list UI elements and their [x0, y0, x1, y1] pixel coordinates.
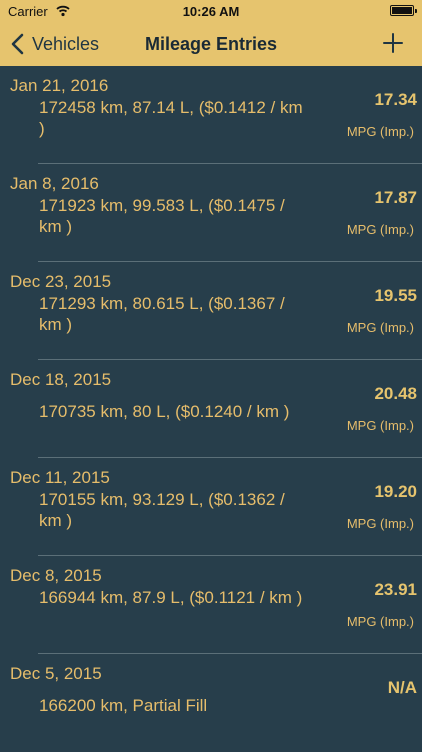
mileage-entries-list: Jan 21, 2016 172458 km, 87.14 L, ($0.141…: [0, 66, 422, 752]
entry-mpg-value: 19.20: [374, 482, 417, 501]
entry-date: Dec 5, 2015: [10, 664, 102, 683]
entry-mpg-unit: MPG (Imp.): [346, 320, 414, 335]
entry-mpg-value: 17.34: [374, 90, 417, 109]
entry-detail: 171293 km, 80.615 L, ($0.1367 / km ): [39, 294, 285, 334]
entry-detail: 166944 km, 87.9 L, ($0.1121 / km ): [39, 588, 303, 607]
list-item[interactable]: Dec 18, 2015 170735 km, 80 L, ($0.1240 /…: [0, 360, 422, 458]
entry-date: Dec 8, 2015: [10, 566, 102, 585]
list-item[interactable]: Dec 23, 2015 171293 km, 80.615 L, ($0.13…: [0, 262, 422, 360]
list-item[interactable]: Dec 11, 2015 170155 km, 93.129 L, ($0.13…: [0, 458, 422, 556]
entry-date: Jan 21, 2016: [10, 76, 109, 95]
entry-date: Dec 18, 2015: [10, 370, 112, 389]
entry-detail: 172458 km, 87.14 L, ($0.1412 / km ): [39, 98, 303, 138]
status-time: 10:26 AM: [182, 4, 240, 19]
entry-mpg-value: 19.55: [374, 286, 417, 305]
entry-mpg-unit: MPG (Imp.): [346, 614, 414, 629]
page-title: Mileage Entries: [144, 34, 278, 54]
entry-date: Jan 8, 2016: [10, 174, 99, 193]
entry-detail: 171923 km, 99.583 L, ($0.1475 / km ): [39, 196, 285, 236]
status-bar: Carrier 10:26 AM: [0, 0, 422, 22]
list-item[interactable]: Dec 5, 2015 166200 km, Partial Fill N/A: [0, 654, 422, 752]
entry-mpg-unit: MPG (Imp.): [346, 516, 414, 531]
entry-mpg-unit: MPG (Imp.): [346, 222, 414, 237]
entry-mpg-value: 23.91: [374, 580, 417, 599]
entry-mpg-value: N/A: [387, 678, 417, 697]
add-entry-button[interactable]: [382, 32, 404, 54]
battery-icon: [390, 5, 417, 16]
entry-detail: 170735 km, 80 L, ($0.1240 / km ): [39, 402, 290, 421]
list-item[interactable]: Jan 8, 2016 171923 km, 99.583 L, ($0.147…: [0, 164, 422, 262]
entry-mpg-value: 17.87: [374, 188, 417, 207]
entry-mpg-unit: MPG (Imp.): [346, 418, 414, 433]
entry-detail: 166200 km, Partial Fill: [39, 696, 208, 715]
navigation-bar: Vehicles Mileage Entries: [0, 22, 422, 66]
entry-mpg-unit: MPG (Imp.): [346, 124, 414, 139]
entry-date: Dec 11, 2015: [10, 468, 110, 487]
entry-mpg-value: 20.48: [374, 384, 417, 403]
list-item[interactable]: Jan 21, 2016 172458 km, 87.14 L, ($0.141…: [0, 66, 422, 164]
list-item[interactable]: Dec 8, 2015 166944 km, 87.9 L, ($0.1121 …: [0, 556, 422, 654]
entry-date: Dec 23, 2015: [10, 272, 112, 291]
entry-detail: 170155 km, 93.129 L, ($0.1362 / km ): [39, 490, 285, 530]
